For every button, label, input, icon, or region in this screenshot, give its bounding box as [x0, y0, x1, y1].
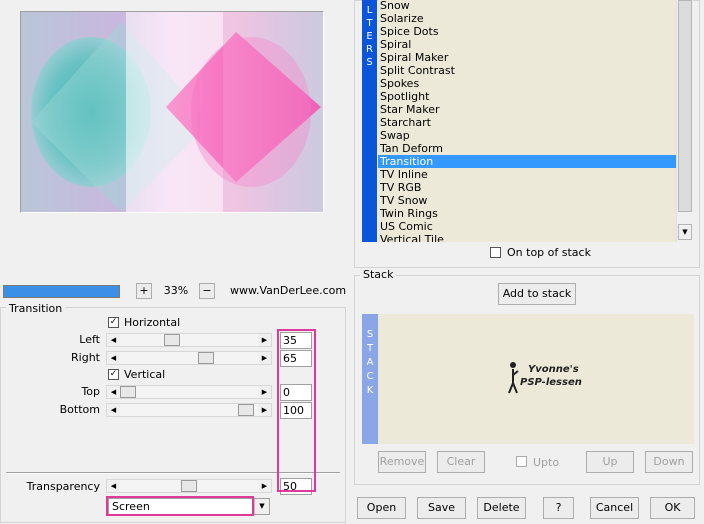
stack-watermark-line1: Yvonne's	[528, 364, 579, 375]
clear-button[interactable]: Clear	[437, 451, 485, 473]
arrow-right-icon[interactable]: ▶	[258, 386, 271, 398]
vertical-checkbox[interactable]: ✓	[108, 369, 119, 380]
stack-bar-letter: C	[366, 371, 374, 382]
stack-bar-letter: K	[366, 385, 374, 396]
filter-list-item[interactable]: Spiral	[378, 38, 676, 51]
remove-button[interactable]: Remove	[378, 451, 426, 473]
filter-list-item[interactable]: Transition	[378, 155, 676, 168]
website-link[interactable]: www.VanDerLee.com	[230, 284, 346, 298]
bottom-slider[interactable]: ◀ ▶	[106, 403, 272, 417]
filter-list-item[interactable]: Spice Dots	[378, 25, 676, 38]
left-slider-thumb[interactable]	[164, 334, 180, 346]
open-button[interactable]: Open	[357, 497, 406, 519]
on-top-checkbox[interactable]	[490, 247, 501, 258]
transparency-slider-thumb[interactable]	[181, 480, 197, 492]
filters-scrollbar[interactable]: ▼	[676, 0, 693, 242]
save-button[interactable]: Save	[417, 497, 466, 519]
filters-bar-letter: L	[366, 5, 373, 16]
zoom-out-button[interactable]: −	[199, 283, 215, 299]
on-top-label: On top of stack	[507, 246, 591, 259]
vertical-label: Vertical	[124, 368, 166, 381]
filter-list-item[interactable]: TV Snow	[378, 194, 676, 207]
stack-vertical-bar: S T A C K	[362, 314, 378, 444]
filter-list-item[interactable]: Solarize	[378, 12, 676, 25]
transparency-label: Transparency	[26, 480, 100, 493]
left-slider[interactable]: ◀ ▶	[106, 333, 272, 347]
arrow-right-icon[interactable]: ▶	[258, 352, 271, 364]
filter-list-item[interactable]: Twin Rings	[378, 207, 676, 220]
top-slider[interactable]: ◀ ▶	[106, 385, 272, 399]
progress-bar	[3, 285, 120, 298]
upto-checkbox[interactable]	[516, 456, 527, 467]
filter-list-item[interactable]: Spokes	[378, 77, 676, 90]
stack-bar-letter: S	[366, 329, 374, 340]
delete-button[interactable]: Delete	[477, 497, 526, 519]
filters-list[interactable]: Snow Solarize Spice Dots Spiral Spiral Maker…	[378, 0, 676, 242]
filters-vertical-bar: L T E R S	[362, 0, 377, 242]
scroll-down-icon[interactable]: ▼	[678, 224, 692, 240]
filter-list-item[interactable]: Snow	[378, 0, 676, 12]
filter-list-item[interactable]: Starchart	[378, 116, 676, 129]
help-button[interactable]: ?	[543, 497, 574, 519]
filters-bar-letter: S	[366, 57, 373, 68]
filter-list-item[interactable]: US Comic	[378, 220, 676, 233]
bottom-slider-thumb[interactable]	[238, 404, 254, 416]
filter-list-item[interactable]: Spotlight	[378, 90, 676, 103]
filter-list-item[interactable]: TV RGB	[378, 181, 676, 194]
zoom-level: 33%	[163, 284, 189, 297]
right-slider-thumb[interactable]	[198, 352, 214, 364]
top-label: Top	[81, 385, 100, 398]
stack-bar-letter: T	[366, 343, 374, 354]
highlight-values-box	[277, 329, 316, 492]
add-to-stack-button[interactable]: Add to stack	[498, 283, 576, 305]
filter-list-item[interactable]: TV Inline	[378, 168, 676, 181]
filter-list-item[interactable]: Tan Deform	[378, 142, 676, 155]
progress-fill	[4, 286, 119, 297]
filters-bar-letter: E	[366, 31, 373, 42]
arrow-left-icon[interactable]: ◀	[107, 480, 120, 492]
stack-group-title: Stack	[360, 268, 397, 281]
arrow-left-icon[interactable]: ◀	[107, 352, 120, 364]
highlight-blend-box	[106, 496, 254, 516]
cancel-button[interactable]: Cancel	[590, 497, 639, 519]
upto-label: Upto	[533, 456, 560, 469]
filter-list-item[interactable]: Star Maker	[378, 103, 676, 116]
bottom-label: Bottom	[59, 403, 100, 416]
ok-button[interactable]: OK	[650, 497, 695, 519]
horizontal-label: Horizontal	[124, 316, 181, 329]
transition-group-title: Transition	[6, 302, 66, 315]
filter-list-item[interactable]: Spiral Maker	[378, 51, 676, 64]
horizontal-checkbox[interactable]: ✓	[108, 317, 119, 328]
left-label: Left	[79, 333, 100, 346]
arrow-right-icon[interactable]: ▶	[258, 334, 271, 346]
right-slider[interactable]: ◀ ▶	[106, 351, 272, 365]
filters-bar-letter: T	[366, 18, 373, 29]
preview-frame	[20, 11, 324, 213]
filter-list-item[interactable]: Split Contrast	[378, 64, 676, 77]
filter-list-item[interactable]: Swap	[378, 129, 676, 142]
scrollbar-thumb[interactable]	[678, 0, 692, 212]
zoom-in-button[interactable]: +	[136, 283, 152, 299]
stack-watermark-line2: PSP-lessen	[520, 377, 582, 388]
arrow-left-icon[interactable]: ◀	[107, 386, 120, 398]
filter-list-item[interactable]: Vertical Tile	[378, 233, 676, 242]
filters-bar-letter: R	[366, 44, 373, 55]
top-slider-thumb[interactable]	[120, 386, 136, 398]
preview-image	[21, 12, 323, 212]
right-label: Right	[71, 351, 100, 364]
transparency-slider[interactable]: ◀ ▶	[106, 479, 272, 493]
stack-bar-letter: A	[366, 357, 374, 368]
arrow-left-icon[interactable]: ◀	[107, 334, 120, 346]
down-button[interactable]: Down	[645, 451, 693, 473]
arrow-right-icon[interactable]: ▶	[258, 480, 271, 492]
arrow-left-icon[interactable]: ◀	[107, 404, 120, 416]
chevron-down-icon[interactable]: ▼	[254, 499, 269, 514]
stack-watermark-icon	[507, 361, 519, 395]
arrow-right-icon[interactable]: ▶	[258, 404, 271, 416]
up-button[interactable]: Up	[586, 451, 634, 473]
